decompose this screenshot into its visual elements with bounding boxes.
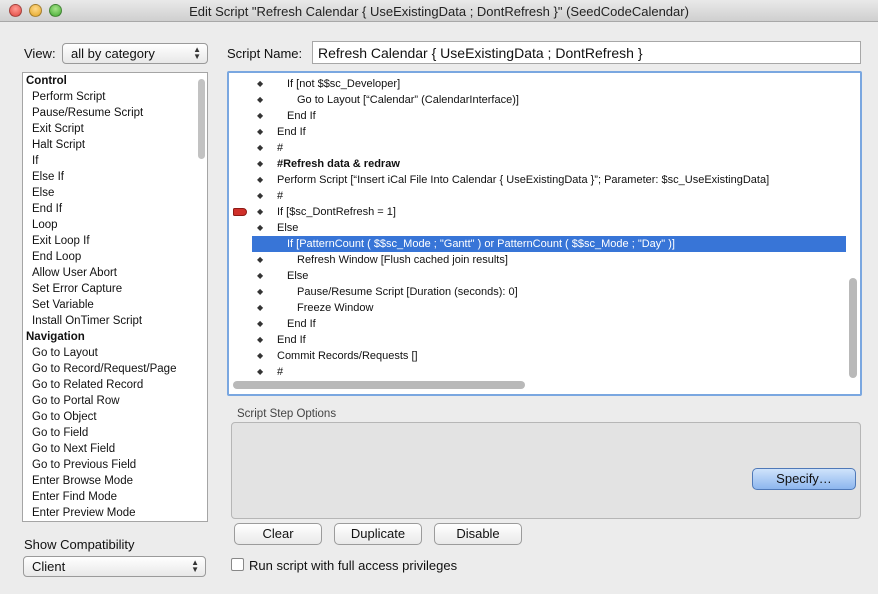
full-access-label: Run script with full access privileges <box>249 558 458 573</box>
script-step-line[interactable]: Freeze Window <box>229 300 849 316</box>
step-list-item[interactable]: Set Error Capture <box>23 281 207 297</box>
full-access-checkbox[interactable] <box>231 558 244 571</box>
step-list-item[interactable]: Go to Object <box>23 409 207 425</box>
specify-button[interactable]: Specify… <box>752 468 856 490</box>
script-editor[interactable]: ◆ If [not $$sc_Developer] ◆ Go to Layout [“… <box>227 71 862 396</box>
script-step-text: If [PatternCount ( $$sc_Mode ; "Gantt" )… <box>287 238 675 250</box>
script-step-line[interactable]: # <box>229 188 849 204</box>
script-horizontal-scroll-thumb[interactable] <box>233 381 525 389</box>
script-step-text: # <box>277 142 284 154</box>
step-list-item[interactable]: Go to Next Field <box>23 441 207 457</box>
script-step-text: Else <box>277 222 299 234</box>
duplicate-button[interactable]: Duplicate <box>334 523 422 545</box>
script-step-text: End If <box>287 318 316 330</box>
script-step-text: If [$sc_DontRefresh = 1] <box>277 206 396 218</box>
popup-arrows-icon: ▲ ▼ <box>193 45 201 61</box>
script-horizontal-scrollbar[interactable] <box>231 381 843 390</box>
popup-arrows-icon: ▲ ▼ <box>191 558 199 574</box>
script-step-text: # <box>277 190 284 202</box>
script-step-text: Go to Layout [“Calendar” (CalendarInterf… <box>297 94 519 106</box>
script-step-line[interactable]: Perform Script [“Insert iCal File Into C… <box>229 172 849 188</box>
script-step-text: End If <box>277 334 306 346</box>
step-list-item[interactable]: Go to Field <box>23 425 207 441</box>
script-step-text: If [not $$sc_Developer] <box>287 78 401 90</box>
script-name-field[interactable]: Refresh Calendar { UseExistingData ; Don… <box>312 41 861 64</box>
compatibility-popup[interactable]: Client ▲ ▼ <box>23 556 206 577</box>
title-bar: Edit Script "Refresh Calendar { UseExist… <box>0 0 878 22</box>
script-steps-list[interactable]: Control Perform Script Pause/Resume Script… <box>22 72 208 522</box>
step-list-item[interactable]: Set Variable <box>23 297 207 313</box>
step-list-item[interactable]: Exit Script <box>23 121 207 137</box>
script-step-text: Commit Records/Requests [] <box>277 350 418 362</box>
step-list-item[interactable]: Halt Script <box>23 137 207 153</box>
script-step-text: #Refresh data & redraw <box>277 158 400 170</box>
script-step-line[interactable]: If [not $$sc_Developer] <box>229 76 849 92</box>
step-list-item[interactable]: Enter Preview Mode <box>23 505 207 521</box>
view-popup-value: all by category <box>71 46 155 61</box>
compatibility-popup-value: Client <box>32 559 66 574</box>
script-step-line[interactable]: Refresh Window [Flush cached join result… <box>229 252 849 268</box>
clear-button[interactable]: Clear <box>234 523 322 545</box>
step-list-item[interactable]: Pause/Resume Script <box>23 105 207 121</box>
script-step-line[interactable]: # <box>229 140 849 156</box>
script-step-text: End If <box>277 126 306 138</box>
script-step-line[interactable]: # <box>229 364 849 380</box>
script-step-options-label: Script Step Options <box>237 408 337 420</box>
script-step-line[interactable]: If [PatternCount ( $$sc_Mode ; "Gantt" )… <box>252 236 846 252</box>
show-compatibility-label: Show Compatibility <box>24 537 135 552</box>
view-label: View: <box>24 46 56 61</box>
script-step-text: # <box>277 366 284 378</box>
script-step-text: Perform Script [“Insert iCal File Into C… <box>277 174 770 186</box>
script-step-line[interactable]: Go to Layout [“Calendar” (CalendarInterf… <box>229 92 849 108</box>
script-step-options-panel: Specify… <box>231 422 861 519</box>
script-step-line[interactable]: End If <box>229 108 849 124</box>
script-step-text: Else <box>287 270 309 282</box>
step-list-item[interactable]: Else If <box>23 169 207 185</box>
disable-button[interactable]: Disable <box>434 523 522 545</box>
step-list-item[interactable]: End Loop <box>23 249 207 265</box>
script-step-line[interactable]: End If <box>229 124 849 140</box>
script-step-line[interactable]: End If <box>229 316 849 332</box>
script-step-line[interactable]: #Refresh data & redraw <box>229 156 849 172</box>
step-list-item[interactable]: Perform Script <box>23 89 207 105</box>
steps-list-scrollbar[interactable] <box>198 79 205 159</box>
script-step-text: Refresh Window [Flush cached join result… <box>297 254 508 266</box>
view-popup[interactable]: all by category ▲ ▼ <box>62 43 208 64</box>
step-list-item[interactable]: Go to Previous Field <box>23 457 207 473</box>
script-step-text: Freeze Window <box>297 302 374 314</box>
script-step-line[interactable]: Else <box>229 268 849 284</box>
script-step-line[interactable]: If [$sc_DontRefresh = 1] <box>229 204 849 220</box>
step-list-item[interactable]: Go to Portal Row <box>23 393 207 409</box>
script-step-line[interactable]: Pause/Resume Script [Duration (seconds):… <box>229 284 849 300</box>
step-list-item[interactable]: Go to Layout <box>23 345 207 361</box>
step-list-item[interactable]: Else <box>23 185 207 201</box>
script-steps-list-items: Control Perform Script Pause/Resume Script… <box>23 73 207 521</box>
script-step-text: End If <box>287 110 316 122</box>
step-list-item[interactable]: Loop <box>23 217 207 233</box>
script-step-text: Pause/Resume Script [Duration (seconds):… <box>297 286 518 298</box>
step-list-item[interactable]: Install OnTimer Script <box>23 313 207 329</box>
step-list-item[interactable]: If <box>23 153 207 169</box>
step-category-header[interactable]: Control <box>23 73 207 89</box>
step-list-item[interactable]: End If <box>23 201 207 217</box>
step-list-item[interactable]: Enter Browse Mode <box>23 473 207 489</box>
step-list-item[interactable]: Enter Find Mode <box>23 489 207 505</box>
step-list-item[interactable]: Go to Record/Request/Page <box>23 361 207 377</box>
script-vertical-scroll-thumb[interactable] <box>849 278 857 378</box>
step-list-item[interactable]: Go to Related Record <box>23 377 207 393</box>
script-name-label: Script Name: <box>227 46 303 61</box>
window-title: Edit Script "Refresh Calendar { UseExist… <box>189 4 689 19</box>
script-step-line[interactable]: Commit Records/Requests [] <box>229 348 849 364</box>
step-list-item[interactable]: Allow User Abort <box>23 265 207 281</box>
script-step-line[interactable]: End If <box>229 332 849 348</box>
step-category-header[interactable]: Navigation <box>23 329 207 345</box>
script-step-line[interactable]: Else <box>229 220 849 236</box>
step-list-item[interactable]: Exit Loop If <box>23 233 207 249</box>
